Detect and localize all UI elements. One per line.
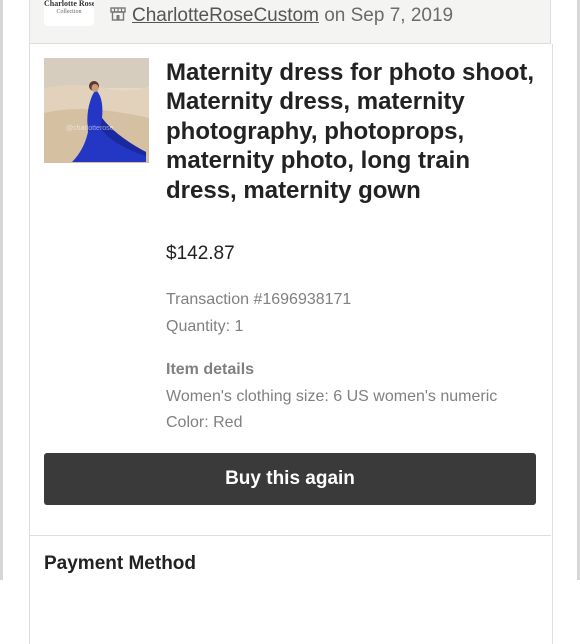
shop-name-link[interactable]: CharlotteRoseCustom xyxy=(132,5,319,26)
shop-info: CharlotteRoseCustom on Sep 7, 2019 xyxy=(110,5,453,27)
buy-again-button[interactable]: Buy this again xyxy=(44,453,536,505)
item-title[interactable]: Maternity dress for photo shoot, Materni… xyxy=(166,58,541,205)
order-date: on Sep 7, 2019 xyxy=(324,5,454,26)
item-price: $142.87 xyxy=(166,243,235,264)
quantity: Quantity: 1 xyxy=(166,318,244,335)
product-photo[interactable]: @charlotterose xyxy=(44,58,149,163)
shop-header: Charlotte Rose Collection CharlotteRoseC… xyxy=(29,0,551,44)
item-color: Color: Red xyxy=(166,414,243,431)
shop-icon xyxy=(110,6,126,22)
photo-watermark: @charlotterose xyxy=(66,125,114,132)
section-divider xyxy=(29,535,551,536)
shop-logo-name: Charlotte Rose xyxy=(44,0,94,8)
item-size: Women's clothing size: 6 US women's nume… xyxy=(166,388,498,405)
payment-method-heading: Payment Method xyxy=(44,553,197,574)
left-edge xyxy=(0,0,3,580)
item-details-heading: Item details xyxy=(166,361,255,378)
shop-logo-sub: Collection xyxy=(56,9,82,15)
transaction-number: Transaction #1696938171 xyxy=(166,291,352,308)
shop-logo[interactable]: Charlotte Rose Collection xyxy=(44,0,94,26)
